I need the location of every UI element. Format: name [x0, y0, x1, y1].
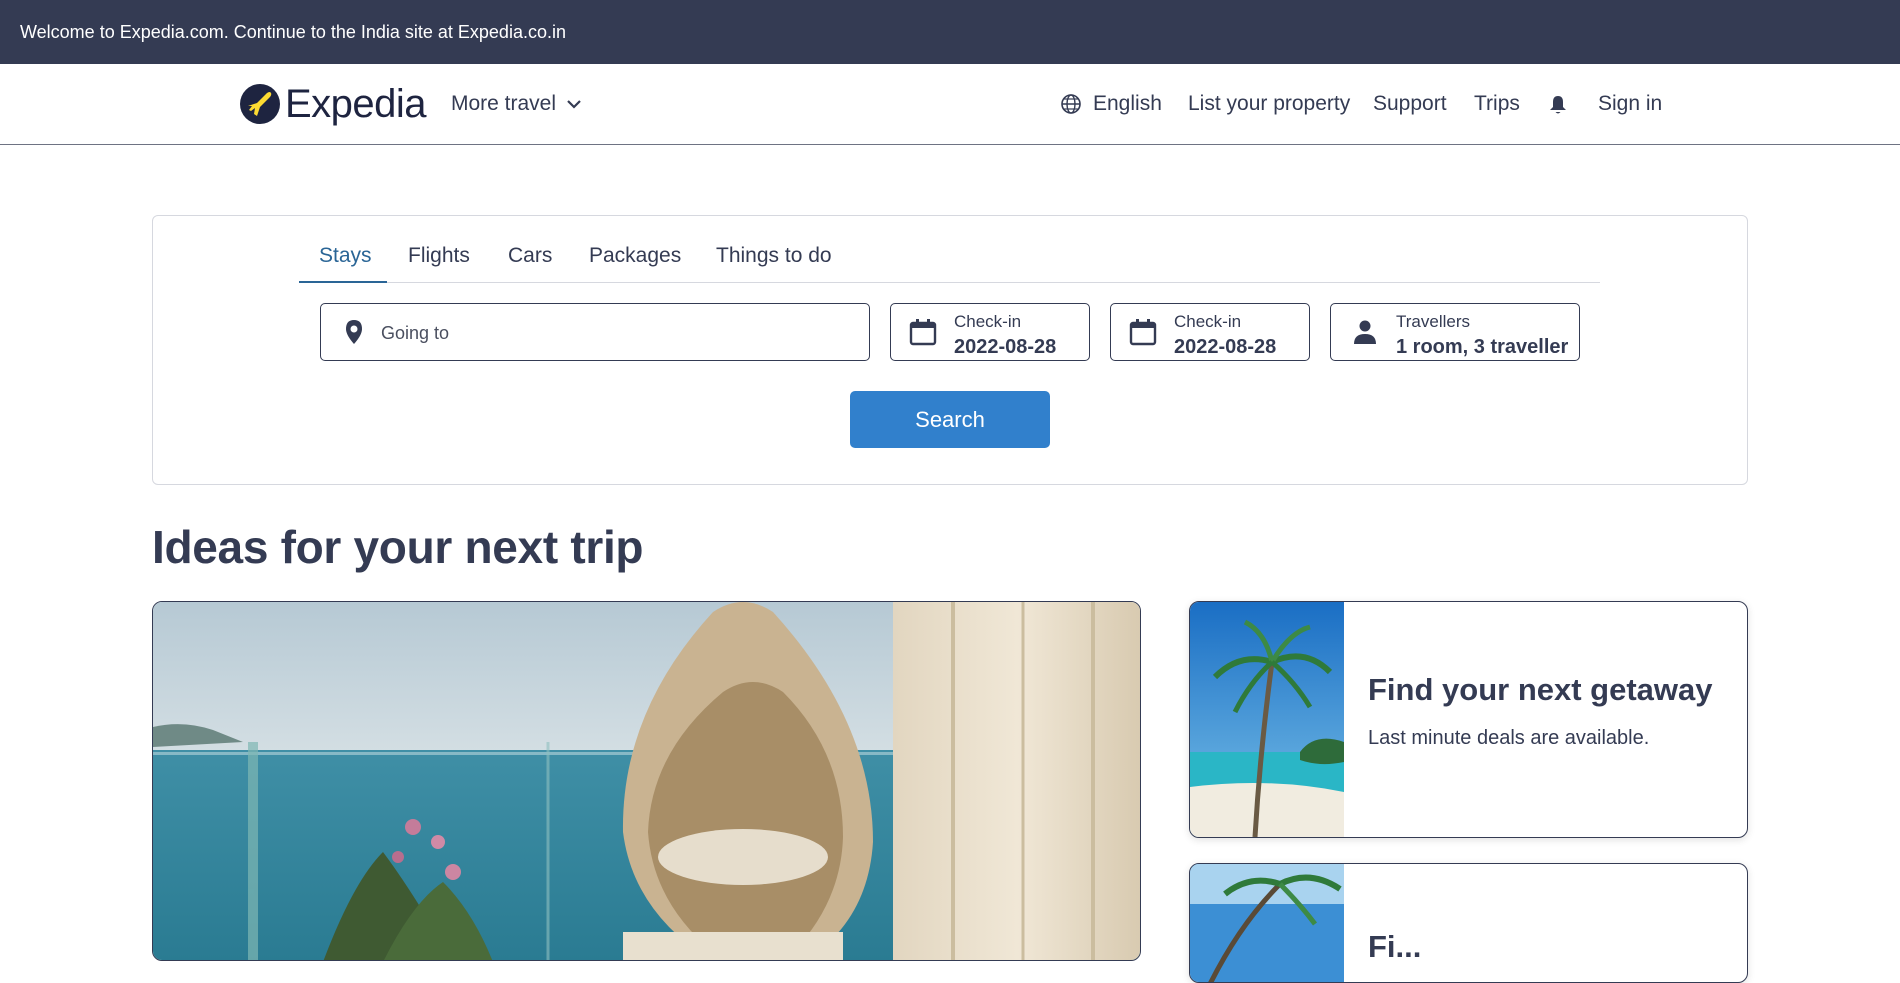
more-travel-menu[interactable]: More travel: [451, 92, 582, 116]
check-out-label: Check-in: [1174, 312, 1242, 331]
calendar-icon: [909, 319, 937, 346]
tab-things-to-do-label: Things to do: [716, 244, 832, 267]
going-to-placeholder: Going to: [381, 323, 450, 343]
notifications-button[interactable]: [1548, 94, 1568, 116]
list-property-label: List your property: [1188, 92, 1351, 115]
tab-cars-label: Cars: [508, 244, 553, 267]
check-out-value: 2022-08-28: [1174, 336, 1277, 358]
tab-stays[interactable]: Stays: [319, 244, 372, 268]
check-in-label: Check-in: [954, 312, 1022, 331]
list-property-link[interactable]: List your property: [1188, 92, 1350, 116]
welcome-banner: Welcome to Expedia.com. Continue to the …: [0, 0, 1900, 64]
hero-resort-image: [153, 602, 1140, 960]
trips-link[interactable]: Trips: [1474, 92, 1520, 116]
palm-tree-image: [1190, 864, 1344, 982]
support-label: Support: [1373, 92, 1447, 115]
sign-in-label: Sign in: [1598, 92, 1663, 115]
check-out-field[interactable]: Check-in 2022-08-28: [1110, 303, 1310, 361]
site-header: Expedia More travel English List your pr…: [0, 64, 1900, 145]
going-to-field[interactable]: Going to: [320, 303, 870, 361]
search-tabs: Stays Flights Cars Packages Things to do: [299, 230, 1600, 283]
check-in-value: 2022-08-28: [954, 336, 1057, 358]
support-link[interactable]: Support: [1373, 92, 1447, 116]
expedia-logo[interactable]: Expedia: [240, 81, 427, 126]
expedia-logo-icon: [240, 84, 280, 124]
ideas-section-title: Ideas for your next trip: [152, 521, 644, 573]
tab-stays-label: Stays: [319, 244, 372, 267]
globe-icon: [1061, 94, 1081, 114]
hero-deal-card[interactable]: [152, 601, 1141, 961]
person-icon: [1354, 320, 1376, 344]
promo-card-second[interactable]: Fi...: [1189, 863, 1748, 983]
tab-things-to-do[interactable]: Things to do: [716, 244, 832, 268]
tab-cars[interactable]: Cars: [508, 244, 552, 268]
location-pin-icon: [346, 320, 362, 344]
bell-icon: [1550, 96, 1566, 114]
travellers-value: 1 room, 3 traveller: [1396, 336, 1569, 358]
travellers-field[interactable]: Travellers 1 room, 3 traveller: [1330, 303, 1580, 361]
language-label: English: [1093, 92, 1162, 115]
promo-title: Find your next getaway: [1368, 672, 1713, 707]
sign-in-link[interactable]: Sign in: [1598, 92, 1662, 116]
expedia-logo-text: Expedia: [285, 81, 427, 126]
beach-palm-image: [1190, 602, 1344, 837]
travellers-label: Travellers: [1396, 312, 1470, 331]
active-tab-indicator: [299, 281, 387, 283]
tab-flights[interactable]: Flights: [408, 244, 470, 268]
promo-subtitle: Last minute deals are available.: [1368, 727, 1650, 749]
chevron-down-icon: [567, 100, 581, 109]
trips-label: Trips: [1474, 92, 1520, 115]
welcome-banner-text[interactable]: Welcome to Expedia.com. Continue to the …: [20, 22, 566, 43]
promo-card-getaway[interactable]: Find your next getaway Last minute deals…: [1189, 601, 1748, 838]
check-in-field[interactable]: Check-in 2022-08-28: [890, 303, 1090, 361]
tab-packages[interactable]: Packages: [589, 244, 681, 268]
calendar-icon: [1129, 319, 1157, 346]
promo-title: Fi...: [1368, 929, 1422, 964]
tab-flights-label: Flights: [408, 244, 470, 267]
language-selector[interactable]: English: [1060, 92, 1162, 116]
tab-packages-label: Packages: [589, 244, 682, 267]
more-travel-label: More travel: [451, 92, 557, 115]
search-button[interactable]: Search: [850, 391, 1050, 448]
